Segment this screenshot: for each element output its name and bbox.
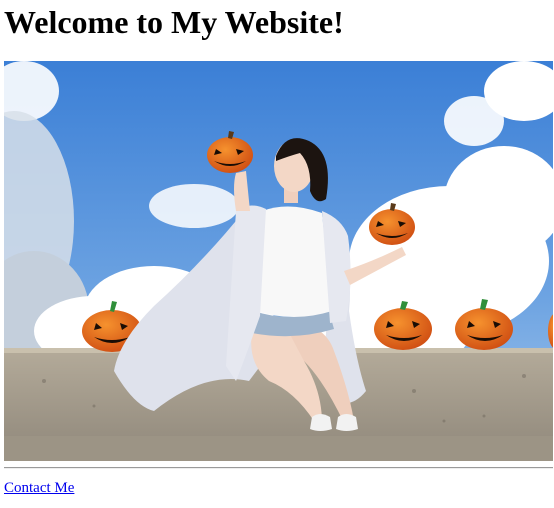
hero-image bbox=[4, 61, 553, 461]
horizontal-rule bbox=[4, 467, 553, 469]
contact-me-link[interactable]: Contact Me bbox=[4, 479, 74, 497]
page-title: Welcome to My Website! bbox=[4, 4, 344, 40]
wall-base bbox=[4, 436, 553, 461]
